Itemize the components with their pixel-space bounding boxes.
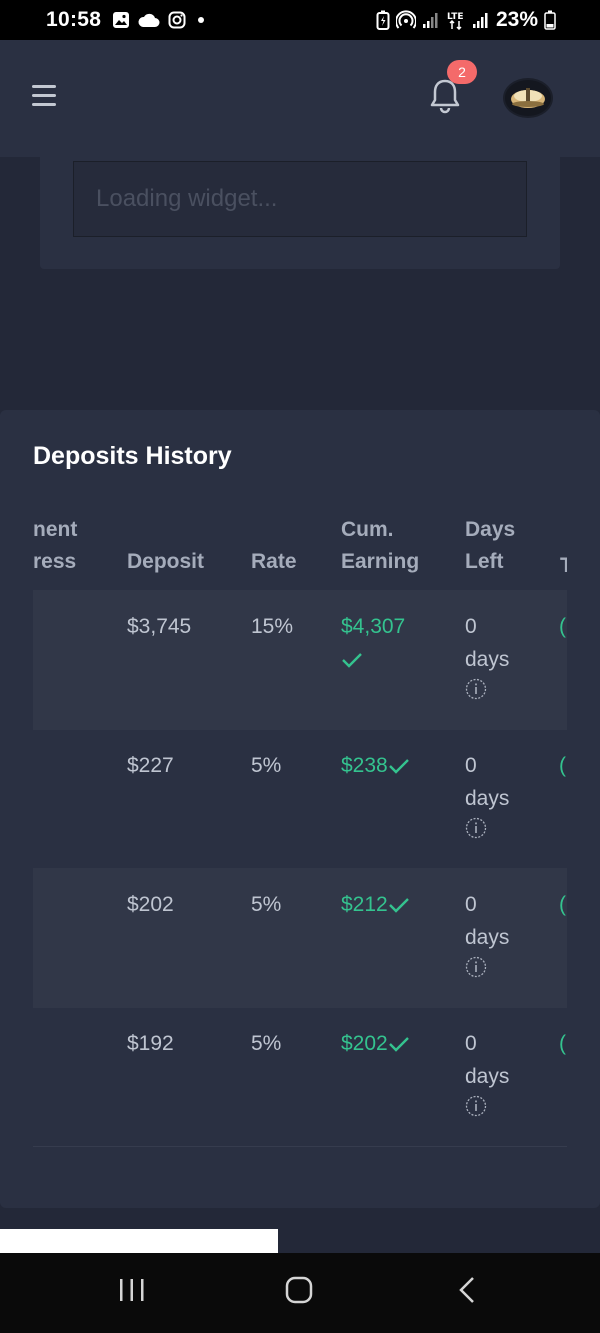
check-icon — [388, 898, 409, 914]
days-left: 0 days — [465, 610, 509, 700]
days-left-unit: days — [465, 787, 510, 810]
recents-icon[interactable] — [118, 1275, 146, 1305]
horizontal-scrollbar[interactable] — [0, 1229, 278, 1253]
days-left-value: 0 — [465, 893, 477, 916]
info-icon[interactable] — [465, 1095, 487, 1117]
notification-badge: 2 — [447, 60, 477, 84]
column-header-cum-earning: Cum. Earning — [341, 518, 420, 573]
signal-icon — [472, 13, 488, 28]
hamburger-icon[interactable] — [32, 85, 56, 107]
table-row: $3,745 15% $4,307 0 days ( — [33, 590, 567, 730]
info-icon[interactable] — [465, 817, 487, 839]
days-left-value: 0 — [465, 615, 477, 638]
table-row: $192 5% $202 0 days ( — [33, 1008, 567, 1146]
cum-earning-value: $238 — [341, 754, 388, 777]
cum-earning: $212 — [341, 888, 410, 921]
column-header-days-left: Days Left — [465, 518, 516, 573]
table-divider — [33, 1146, 567, 1147]
lte-icon: LTE — [447, 12, 464, 30]
days-left-unit: days — [465, 1065, 510, 1088]
cum-earning: $4,307 — [341, 610, 451, 676]
signal-icon — [422, 13, 438, 28]
clipped-status: ( — [559, 893, 566, 916]
app-header: 2 — [0, 40, 600, 157]
gallery-icon — [113, 12, 129, 28]
cum-earning-value: $4,307 — [341, 615, 406, 638]
days-left: 0 days — [465, 888, 509, 978]
system-nav-bar — [0, 1253, 600, 1333]
check-icon — [342, 653, 362, 669]
info-icon[interactable] — [465, 678, 487, 700]
column-header-rate: Rate — [251, 550, 297, 573]
home-icon[interactable] — [284, 1275, 314, 1305]
deposit-amount: $192 — [127, 1032, 174, 1055]
status-right-icons: LTE 23% — [376, 8, 556, 32]
days-left-unit: days — [465, 648, 510, 671]
cum-earning: $238 — [341, 749, 410, 782]
column-header-deposit: Deposit — [127, 550, 205, 573]
info-icon[interactable] — [465, 956, 487, 978]
widget-card: Loading widget... — [40, 157, 560, 269]
back-icon[interactable] — [456, 1275, 478, 1305]
column-header-address: nent ress — [33, 518, 78, 573]
svg-text:LTE: LTE — [447, 12, 464, 22]
days-left: 0 days — [465, 749, 509, 839]
days-left-value: 0 — [465, 754, 477, 777]
check-icon — [388, 759, 409, 775]
status-left-icons — [112, 11, 208, 29]
deposit-rate: 5% — [251, 1032, 282, 1055]
check-icon — [388, 1037, 409, 1053]
battery-saver-icon — [376, 10, 390, 30]
column-header-clipped: T — [560, 554, 567, 577]
deposits-history-title: Deposits History — [33, 442, 232, 470]
table-row: $202 5% $212 0 days ( — [33, 868, 567, 1008]
deposits-table[interactable]: nent ress Deposit Rate Cum. Earning Days… — [33, 500, 567, 1150]
deposit-amount: $202 — [127, 893, 174, 916]
battery-icon — [544, 10, 556, 30]
dot-icon — [198, 17, 204, 23]
status-bar: 10:58 LTE 23% — [0, 0, 600, 40]
deposits-history-card: Deposits History nent ress Deposit Rate … — [0, 410, 600, 1208]
status-time: 10:58 — [46, 8, 102, 31]
deposit-rate: 5% — [251, 893, 282, 916]
days-left-unit: days — [465, 926, 510, 949]
cum-earning: $202 — [341, 1027, 410, 1060]
deposit-rate: 5% — [251, 754, 282, 777]
loading-widget: Loading widget... — [73, 161, 527, 237]
deposit-amount: $3,745 — [127, 615, 192, 638]
hotspot-icon — [395, 10, 416, 29]
cum-earning-value: $202 — [341, 1032, 388, 1055]
clipped-status: ( — [559, 1032, 566, 1055]
clipped-status: ( — [559, 754, 566, 777]
table-row: $227 5% $238 0 days ( — [33, 730, 567, 868]
instagram-icon — [168, 11, 186, 29]
cloud-icon — [138, 13, 160, 27]
days-left: 0 days — [465, 1027, 509, 1117]
days-left-value: 0 — [465, 1032, 477, 1055]
avatar[interactable] — [503, 78, 553, 118]
deposit-rate: 15% — [251, 615, 294, 638]
battery-percentage: 23% — [495, 8, 538, 31]
deposit-amount: $227 — [127, 754, 174, 777]
clipped-status: ( — [559, 615, 566, 638]
cum-earning-value: $212 — [341, 893, 388, 916]
